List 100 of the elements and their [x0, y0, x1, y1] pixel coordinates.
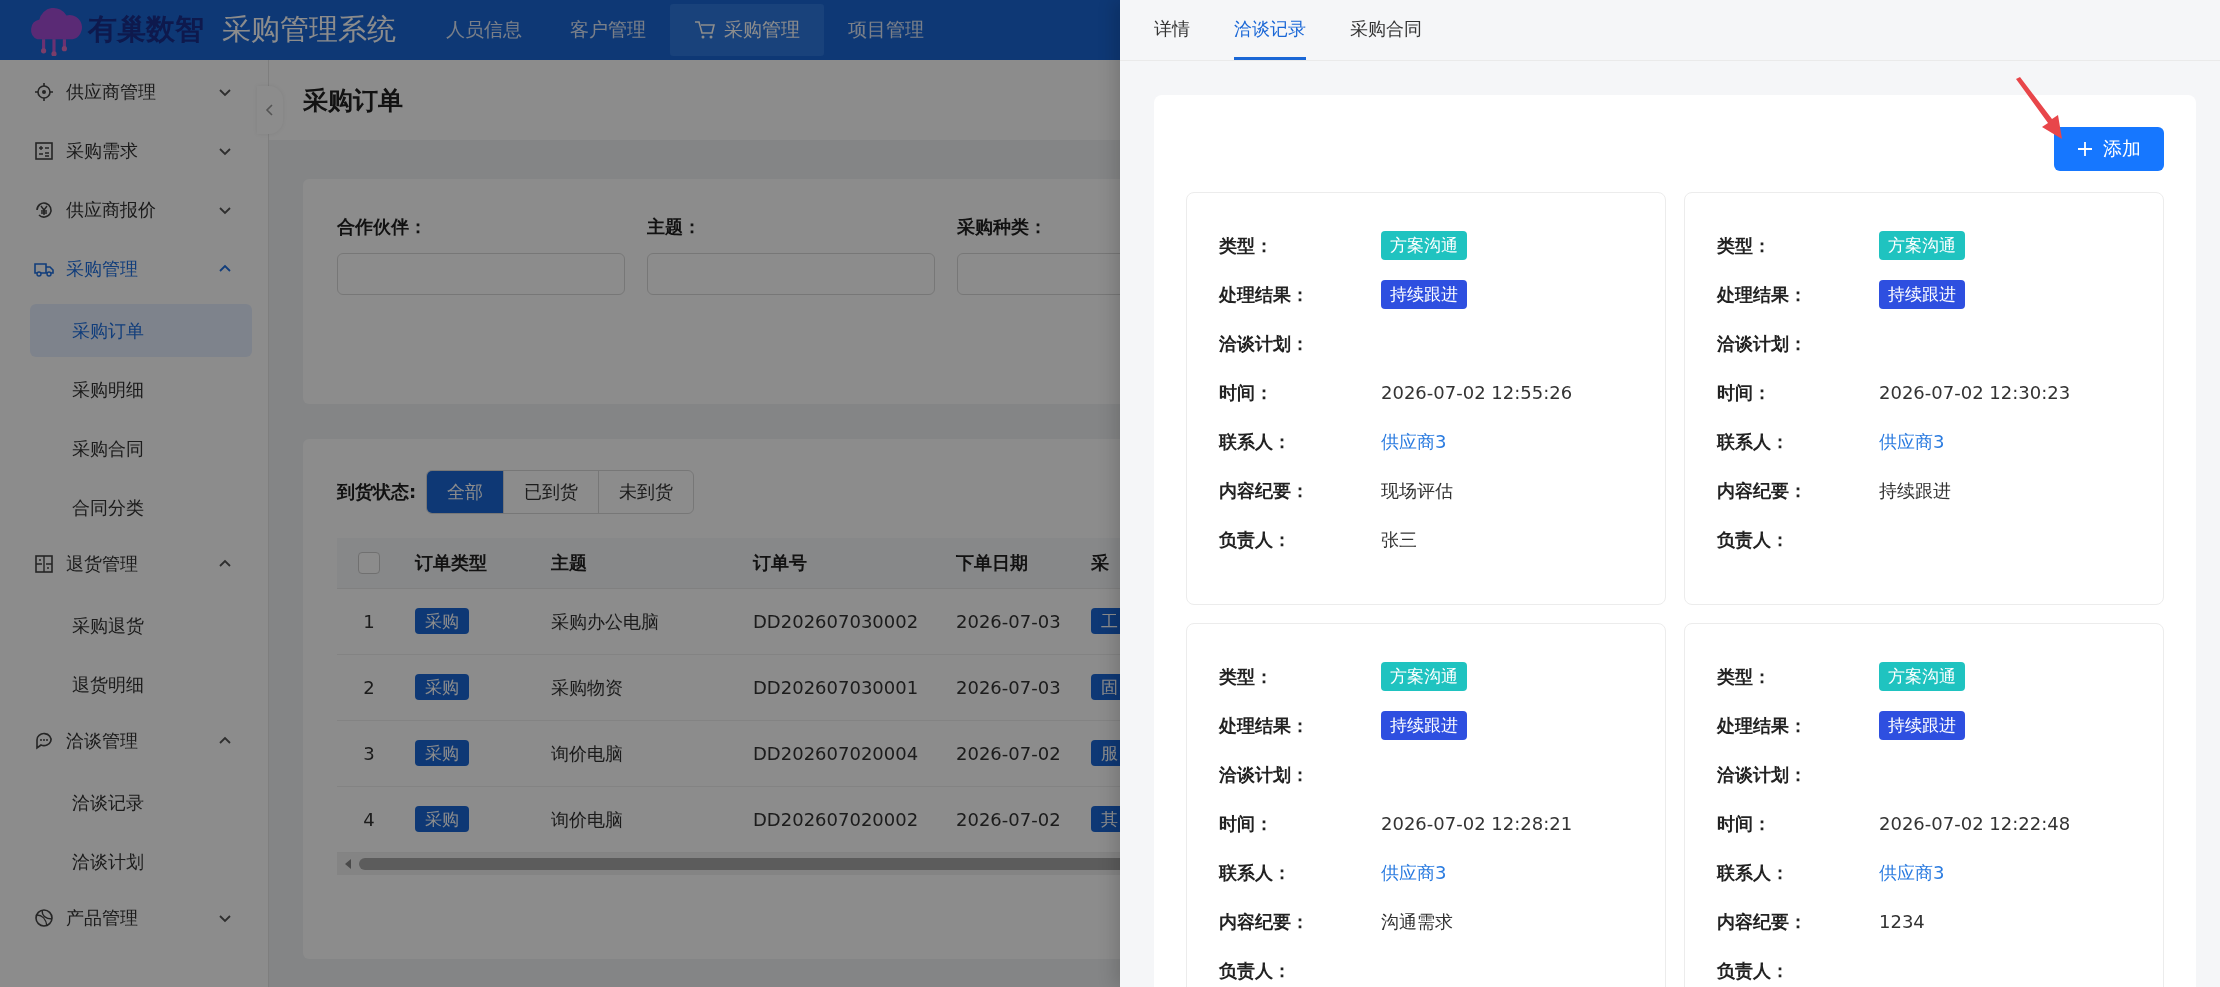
field-label: 联系人： — [1717, 860, 1790, 885]
table-cell: 采购办公电脑 — [551, 610, 659, 632]
field-label: 时间： — [1717, 811, 1772, 836]
plus-icon — [2077, 141, 2093, 157]
chevron-left-icon — [265, 103, 275, 117]
status-filter-button[interactable]: 未到货 — [598, 470, 694, 513]
nav-tab[interactable]: 采购管理 — [670, 4, 824, 56]
type-tag: 方案沟通 — [1879, 662, 1965, 691]
field-label: 负责人： — [1717, 958, 1790, 983]
nav-tab[interactable]: 人员信息 — [422, 4, 546, 56]
grid-icon — [34, 553, 54, 574]
sidebar-subitem[interactable]: 洽谈计划 — [30, 835, 252, 888]
filter-label: 合作伙伴： — [337, 215, 428, 239]
sidebar-item[interactable]: 产品管理 — [0, 888, 268, 947]
column-header: 主题 — [551, 552, 587, 573]
sidebar-subitem[interactable]: 合同分类 — [30, 481, 252, 534]
type-tag: 方案沟通 — [1381, 231, 1467, 260]
contact-link[interactable]: 供应商3 — [1381, 860, 1447, 885]
result-tag: 持续跟进 — [1879, 280, 1965, 309]
field-label: 类型： — [1717, 664, 1772, 689]
contact-link[interactable]: 供应商3 — [1879, 860, 1945, 885]
select-all-checkbox[interactable] — [358, 552, 380, 574]
table-cell: 询价电脑 — [551, 742, 623, 764]
table-cell: DD202607030001 — [753, 677, 919, 698]
sidebar-subitem[interactable]: 采购退货 — [30, 599, 252, 652]
field-label: 联系人： — [1219, 429, 1292, 454]
order-type-tag: 采购 — [415, 608, 469, 634]
field-label: 负责人： — [1219, 958, 1292, 983]
field-value: 2026-07-02 12:30:23 — [1879, 382, 2071, 403]
table-cell: 2026-07-03 — [956, 677, 1061, 698]
column-header: 下单日期 — [956, 552, 1028, 573]
contact-link[interactable]: 供应商3 — [1879, 429, 1945, 454]
nav-tab[interactable]: 项目管理 — [824, 4, 948, 56]
yen-icon — [34, 199, 54, 220]
column-header: 订单号 — [753, 552, 807, 573]
table-cell: DD202607030002 — [753, 611, 919, 632]
order-type-tag: 采购 — [415, 740, 469, 766]
field-value: 现场评估 — [1381, 478, 1453, 503]
field-label: 洽谈计划： — [1717, 762, 1808, 787]
table-cell: 2026-07-02 — [956, 809, 1061, 830]
column-header: 采 — [1091, 552, 1109, 573]
filter-label: 主题： — [647, 215, 702, 239]
field-label: 内容纪要： — [1219, 909, 1310, 934]
status-filter-button[interactable]: 已到货 — [503, 470, 599, 513]
target-icon — [34, 81, 54, 102]
row-number: 4 — [363, 809, 375, 830]
drawer-tab[interactable]: 采购合同 — [1350, 0, 1422, 60]
status-filter-button[interactable]: 全部 — [427, 470, 504, 513]
pointer-arrow-icon — [2014, 77, 2064, 141]
field-value: 2026-07-02 12:22:48 — [1879, 813, 2071, 834]
field-label: 时间： — [1717, 380, 1772, 405]
calculator-icon — [34, 140, 54, 161]
field-label: 时间： — [1219, 811, 1274, 836]
field-value: 2026-07-02 12:55:26 — [1381, 382, 1573, 403]
order-type-tag: 采购 — [415, 806, 469, 832]
system-title: 采购管理系统 — [222, 11, 396, 48]
field-label: 处理结果： — [1219, 282, 1310, 307]
column-header: 订单类型 — [415, 552, 487, 573]
order-type-tag: 采购 — [415, 674, 469, 700]
type-tag: 方案沟通 — [1879, 231, 1965, 260]
field-value: 2026-07-02 12:28:21 — [1381, 813, 1573, 834]
result-tag: 持续跟进 — [1879, 711, 1965, 740]
field-label: 洽谈计划： — [1219, 762, 1310, 787]
drawer-tab[interactable]: 洽谈记录 — [1234, 0, 1306, 60]
field-value: 1234 — [1879, 911, 1925, 932]
sidebar-subitem[interactable]: 采购订单 — [30, 304, 252, 357]
field-label: 联系人： — [1717, 429, 1790, 454]
result-tag: 持续跟进 — [1381, 280, 1467, 309]
sidebar-subitem[interactable]: 采购合同 — [30, 422, 252, 475]
field-label: 类型： — [1219, 664, 1274, 689]
ball-icon — [34, 907, 54, 928]
field-value: 沟通需求 — [1381, 909, 1453, 934]
nav-tab[interactable]: 客户管理 — [546, 4, 670, 56]
field-label: 联系人： — [1219, 860, 1292, 885]
sidebar-subitem[interactable]: 采购明细 — [30, 363, 252, 416]
contact-link[interactable]: 供应商3 — [1381, 429, 1447, 454]
sidebar-item[interactable]: 采购管理 — [0, 239, 268, 298]
result-tag: 持续跟进 — [1381, 711, 1467, 740]
sidebar-subitem[interactable]: 洽谈记录 — [30, 776, 252, 829]
field-label: 时间： — [1219, 380, 1274, 405]
page-title: 采购订单 — [303, 84, 403, 117]
field-value: 张三 — [1381, 527, 1417, 552]
sidebar-item[interactable]: 退货管理 — [0, 534, 268, 593]
table-cell: DD202607020004 — [753, 743, 919, 764]
drawer-tab[interactable]: 详情 — [1154, 0, 1190, 60]
table-cell: DD202607020002 — [753, 809, 919, 830]
field-label: 处理结果： — [1717, 282, 1808, 307]
sidebar-subitem[interactable]: 退货明细 — [30, 658, 252, 711]
sidebar-item[interactable]: 洽谈管理 — [0, 711, 268, 770]
field-label: 负责人： — [1717, 527, 1790, 552]
collapse-button[interactable] — [257, 86, 283, 134]
field-label: 类型： — [1219, 233, 1274, 258]
field-label: 内容纪要： — [1717, 909, 1808, 934]
table-cell: 询价电脑 — [551, 808, 623, 830]
row-number: 2 — [363, 677, 375, 698]
arrival-status-label: 到货状态: — [337, 479, 417, 504]
row-number: 1 — [363, 611, 375, 632]
add-button[interactable]: 添加 — [2054, 127, 2164, 171]
sidebar-item[interactable]: 供应商报价 — [0, 180, 268, 239]
field-value: 持续跟进 — [1879, 478, 1951, 503]
